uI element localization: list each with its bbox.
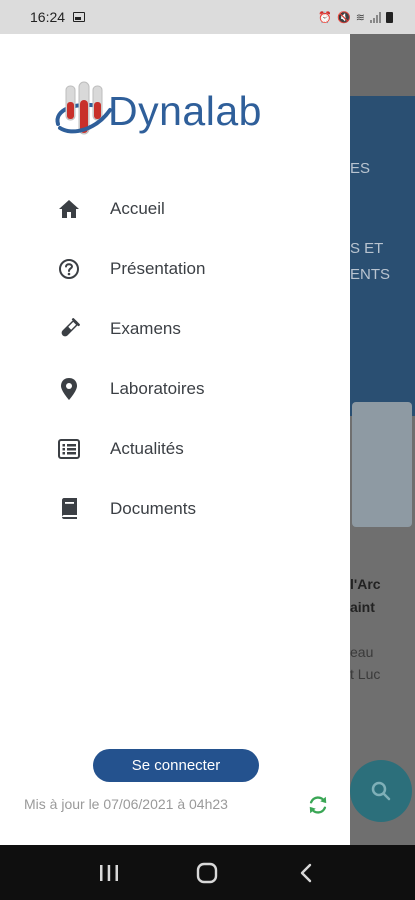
background-card-subtitle: eau	[350, 644, 374, 660]
menu-label: Accueil	[110, 199, 165, 218]
system-navigation-bar	[0, 845, 415, 900]
menu-label: Documents	[110, 499, 196, 518]
menu-label: Actualités	[110, 439, 184, 458]
logo: Dynalab	[52, 80, 262, 138]
status-bar: 16:24 ⏰ 🔇 ≋	[0, 0, 415, 34]
background-app: ES S ET ENTS l'Arc aint eau t Luc	[350, 34, 415, 845]
signal-icon	[370, 11, 381, 23]
status-time: 16:24	[30, 9, 66, 25]
news-list-icon	[57, 437, 81, 461]
background-card-title: l'Arc	[350, 576, 381, 592]
menu-label: Présentation	[110, 259, 206, 278]
background-header	[350, 34, 415, 96]
test-tube-icon	[57, 317, 81, 341]
search-fab	[350, 760, 412, 822]
refresh-icon[interactable]	[307, 794, 329, 816]
recent-apps-icon[interactable]	[89, 853, 129, 893]
back-icon[interactable]	[286, 853, 326, 893]
alarm-icon: ⏰	[318, 11, 333, 24]
wifi-icon: ≋	[355, 11, 365, 24]
navigation-drawer: Dynalab Accueil Présentation Examens Lab…	[0, 34, 350, 845]
home-icon	[57, 197, 81, 221]
background-banner-text: ES	[350, 160, 371, 177]
menu-item-laboratoires[interactable]: Laboratoires	[0, 359, 350, 419]
background-banner-text: ENTS	[350, 266, 391, 283]
search-icon	[371, 781, 391, 801]
last-update-text: Mis à jour le 07/06/2021 à 04h23	[24, 796, 228, 812]
drawer-menu: Accueil Présentation Examens Laboratoire…	[0, 179, 350, 539]
background-banner-text: S ET	[350, 240, 384, 257]
menu-item-examens[interactable]: Examens	[0, 299, 350, 359]
logo-tubes-icon	[55, 81, 112, 135]
background-banner: ES S ET ENTS	[350, 96, 415, 416]
menu-label: Laboratoires	[110, 379, 205, 398]
gallery-icon	[73, 12, 86, 22]
book-icon	[57, 497, 81, 521]
login-button[interactable]: Se connecter	[93, 749, 259, 782]
menu-label: Examens	[110, 319, 181, 338]
map-pin-icon	[57, 377, 81, 401]
home-button-icon[interactable]	[187, 853, 227, 893]
menu-item-accueil[interactable]: Accueil	[0, 179, 350, 239]
menu-item-documents[interactable]: Documents	[0, 479, 350, 539]
background-card-title: aint	[350, 599, 375, 615]
menu-item-actualites[interactable]: Actualités	[0, 419, 350, 479]
background-card-subtitle: t Luc	[350, 666, 381, 682]
background-card-image	[352, 402, 412, 527]
mute-icon: 🔇	[337, 11, 351, 24]
question-circle-icon	[57, 257, 81, 281]
menu-item-presentation[interactable]: Présentation	[0, 239, 350, 299]
logo-text: Dynalab	[108, 87, 262, 134]
battery-icon	[386, 11, 393, 23]
